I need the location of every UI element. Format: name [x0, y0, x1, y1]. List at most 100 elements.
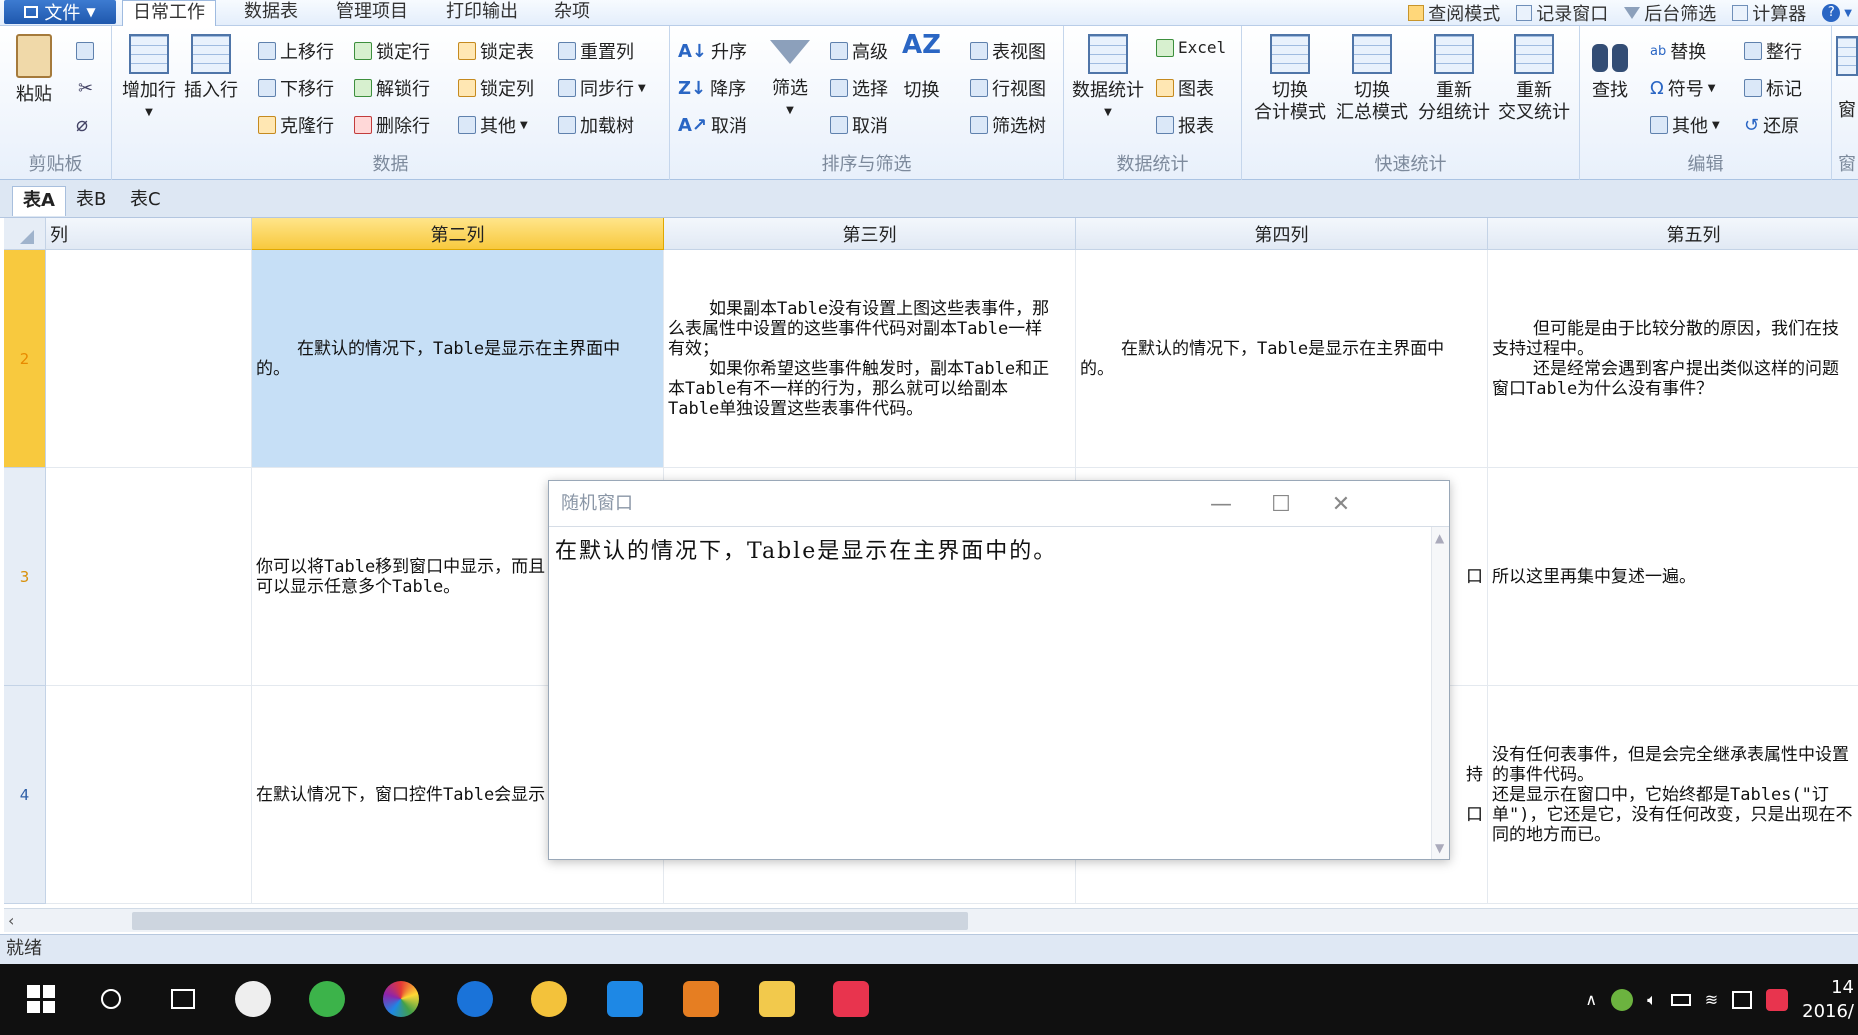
table-cell[interactable]	[46, 468, 252, 686]
select-filter-button[interactable]: 选择	[830, 75, 888, 101]
volume-icon[interactable]: 🔈︎	[1647, 990, 1657, 1010]
record-window-button[interactable]: 记录窗口	[1516, 0, 1608, 26]
tab-manage-project[interactable]: 管理项目	[326, 0, 418, 26]
taskbar-app-1[interactable]	[230, 976, 276, 1022]
switch-total-mode-button[interactable]: 切换 合计模式	[1254, 34, 1326, 124]
task-view-button[interactable]	[160, 976, 206, 1022]
search-button[interactable]	[88, 976, 134, 1022]
load-tree-button[interactable]: 加载树	[558, 112, 634, 138]
find-button[interactable]: 查找	[1590, 34, 1630, 102]
taskbar-app-2[interactable]	[304, 976, 350, 1022]
taskbar-app-9[interactable]	[828, 976, 874, 1022]
tab-daily-work[interactable]: 日常工作	[122, 0, 216, 26]
start-button[interactable]	[18, 976, 64, 1022]
excel-button[interactable]: Excel	[1156, 38, 1226, 57]
advanced-filter-button[interactable]: 高级	[830, 38, 888, 64]
tab-data-table[interactable]: 数据表	[234, 0, 308, 26]
mark-button[interactable]: 标记	[1744, 75, 1802, 101]
tab-print-output[interactable]: 打印输出	[436, 0, 528, 26]
wifi-icon[interactable]: ≋	[1705, 990, 1718, 1009]
sheet-tab-b[interactable]: 表B	[66, 186, 116, 216]
chevron-up-icon[interactable]: ∧	[1585, 990, 1597, 1009]
close-button[interactable]: ✕	[1311, 489, 1371, 519]
help-button[interactable]: ? ▼	[1822, 4, 1852, 22]
table-cell[interactable]	[46, 250, 252, 468]
symbol-button[interactable]: Ω 符号 ▼	[1650, 75, 1715, 101]
filter-button[interactable]: 筛选 ▼	[770, 34, 810, 122]
sort-desc-button[interactable]: Z↓ 降序	[678, 75, 746, 101]
whole-row-button[interactable]: 整行	[1744, 38, 1802, 64]
window-icon[interactable]	[1836, 36, 1858, 76]
delete-row-button[interactable]: 删除行	[354, 112, 430, 138]
scissors-icon[interactable]: ✂	[78, 78, 93, 99]
chevron-left-icon[interactable]: ‹	[8, 911, 14, 930]
col-header-2[interactable]: 第二列	[252, 218, 664, 250]
window-vertical-scrollbar[interactable]: ▲ ▼	[1431, 527, 1449, 859]
reset-col-button[interactable]: 重置列	[558, 38, 634, 64]
unlock-row-button[interactable]: 解锁行	[354, 75, 430, 101]
tab-misc[interactable]: 杂项	[544, 0, 600, 26]
minimize-button[interactable]: —	[1191, 489, 1251, 519]
taskbar-app-5[interactable]	[526, 976, 572, 1022]
s-app-tray-icon[interactable]	[1766, 988, 1789, 1011]
calculator-button[interactable]: 计算器	[1732, 0, 1806, 26]
taskbar-app-7[interactable]	[678, 976, 724, 1022]
table-cell[interactable]: 没有任何表事件，但是会完全继承表属性中设置 的事件代码。 还是显示在窗口中，它始…	[1488, 686, 1858, 904]
sort-asc-button[interactable]: A↓ 升序	[678, 38, 747, 64]
plus-circle-icon[interactable]	[1611, 988, 1634, 1011]
format-painter-icon[interactable]: ⌀	[76, 112, 88, 136]
sheet-tab-a[interactable]: 表A	[12, 186, 66, 216]
taskbar-app-3[interactable]	[378, 976, 424, 1022]
lock-col-button[interactable]: 锁定列	[458, 75, 534, 101]
move-up-button[interactable]: 上移行	[258, 38, 334, 64]
col-header-3[interactable]: 第三列	[664, 218, 1076, 250]
switch-sort-button[interactable]: AZ 切换	[902, 32, 941, 102]
lock-table-button[interactable]: 锁定表	[458, 38, 534, 64]
table-cell[interactable]: 但可能是由于比较分散的原因，我们在技 支持过程中。 还是经常会遇到客户提出类似这…	[1488, 250, 1858, 468]
report-button[interactable]: 报表	[1156, 112, 1214, 138]
browse-mode-button[interactable]: 查阅模式	[1408, 0, 1500, 26]
cancel-filter-button[interactable]: 取消	[830, 112, 888, 138]
notification-icon[interactable]	[1732, 990, 1753, 1009]
paste-button[interactable]: 粘贴	[16, 34, 52, 106]
taskbar-app-6[interactable]	[602, 976, 648, 1022]
file-menu-button[interactable]: 文件 ▼	[4, 0, 116, 24]
row-view-button[interactable]: 行视图	[970, 75, 1046, 101]
add-row-button[interactable]: 增加行 ▼	[122, 34, 176, 124]
recross-stats-button[interactable]: 重新 交叉统计	[1498, 34, 1570, 124]
chevron-up-icon[interactable]: ▲	[1435, 531, 1444, 545]
sheet-tab-c[interactable]: 表C	[120, 186, 171, 216]
other-data-button[interactable]: 其他 ▼	[458, 112, 528, 138]
other-edit-button[interactable]: 其他 ▼	[1650, 112, 1720, 138]
row-header-3[interactable]: 3	[4, 468, 46, 686]
table-view-button[interactable]: 表视图	[970, 38, 1046, 64]
taskbar-app-4[interactable]	[452, 976, 498, 1022]
restore-button[interactable]: ↺ 还原	[1744, 112, 1799, 138]
chart-button[interactable]: 图表	[1156, 75, 1214, 101]
background-filter-button[interactable]: 后台筛选	[1624, 0, 1716, 26]
table-cell[interactable]: 所以这里再集中复述一遍。	[1488, 468, 1858, 686]
table-cell[interactable]: 如果副本Table没有设置上图这些表事件，那 么表属性中设置的这些事件代码对副本…	[664, 250, 1076, 468]
col-header-5[interactable]: 第五列	[1488, 218, 1858, 250]
window-text-area[interactable]: 在默认的情况下，Table是显示在主界面中的。	[549, 527, 1433, 859]
lock-row-button[interactable]: 锁定行	[354, 38, 430, 64]
sync-row-button[interactable]: 同步行 ▼	[558, 75, 646, 101]
table-cell[interactable]: 在默认的情况下，Table是显示在主界面中 的。	[1076, 250, 1488, 468]
copy-icon[interactable]	[76, 42, 94, 60]
sort-cancel-button[interactable]: A↗ 取消	[678, 112, 747, 138]
select-all-corner[interactable]	[4, 218, 46, 250]
col-header-4[interactable]: 第四列	[1076, 218, 1488, 250]
data-stats-button[interactable]: 数据统计 ▼	[1072, 34, 1144, 124]
clock[interactable]: 14 2016/	[1802, 976, 1854, 1024]
maximize-button[interactable]: ☐	[1251, 489, 1311, 519]
table-cell[interactable]: 在默认的情况下，Table是显示在主界面中 的。	[252, 250, 664, 468]
insert-row-button[interactable]: 插入行	[184, 34, 238, 102]
switch-summary-mode-button[interactable]: 切换 汇总模式	[1336, 34, 1408, 124]
clone-row-button[interactable]: 克隆行	[258, 112, 334, 138]
horizontal-scrollbar[interactable]: ‹	[4, 908, 1858, 932]
regroup-stats-button[interactable]: 重新 分组统计	[1418, 34, 1490, 124]
row-header-2[interactable]: 2	[4, 250, 46, 468]
move-down-button[interactable]: 下移行	[258, 75, 334, 101]
chevron-down-icon[interactable]: ▼	[1435, 841, 1444, 855]
col-header-first[interactable]: 列	[46, 218, 252, 250]
